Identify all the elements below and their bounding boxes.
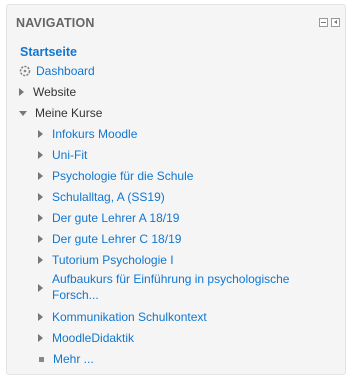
nav-item-website[interactable]: Website	[7, 82, 345, 102]
chevron-right-icon[interactable]	[19, 88, 24, 96]
course-link[interactable]: Psychologie für die Schule	[52, 169, 193, 183]
course-item[interactable]: Kommunikation Schulkontext	[7, 307, 345, 327]
nav-item-more[interactable]: Mehr ...	[7, 349, 345, 369]
bullet-icon	[39, 356, 44, 362]
course-link[interactable]: Der gute Lehrer A 18/19	[52, 211, 179, 225]
chevron-right-icon[interactable]	[38, 334, 43, 342]
nav-item-dashboard[interactable]: Dashboard	[7, 61, 345, 81]
chevron-right-icon[interactable]	[38, 151, 43, 159]
course-item[interactable]: Der gute Lehrer A 18/19	[7, 208, 345, 228]
nav-item-label[interactable]: Meine Kurse	[35, 106, 102, 120]
nav-home-link[interactable]: Startseite	[20, 42, 345, 62]
nav-item-label[interactable]: Website	[33, 85, 76, 99]
course-link[interactable]: Aufbaukurs für Einführung in psychologis…	[52, 271, 302, 303]
course-link[interactable]: Der gute Lehrer C 18/19	[52, 232, 181, 246]
dock-icon[interactable]	[331, 18, 340, 27]
course-item[interactable]: Infokurs Moodle	[7, 124, 345, 144]
course-item[interactable]: Aufbaukurs für Einführung in psychologis…	[7, 271, 345, 307]
block-title: NAVIGATION	[16, 16, 95, 30]
chevron-right-icon[interactable]	[38, 130, 43, 138]
course-link[interactable]: MoodleDidaktik	[52, 331, 134, 345]
chevron-right-icon[interactable]	[38, 235, 43, 243]
minimize-icon[interactable]	[319, 18, 328, 27]
block-header: NAVIGATION	[7, 5, 345, 35]
course-item[interactable]: Der gute Lehrer C 18/19	[7, 229, 345, 249]
chevron-right-icon[interactable]	[38, 256, 43, 264]
course-item[interactable]: Psychologie für die Schule	[7, 166, 345, 186]
course-link[interactable]: Tutorium Psychologie I	[52, 253, 174, 267]
nav-item-label[interactable]: Dashboard	[36, 64, 95, 78]
chevron-right-icon[interactable]	[38, 284, 43, 292]
course-item[interactable]: MoodleDidaktik	[7, 328, 345, 348]
chevron-right-icon[interactable]	[38, 313, 43, 321]
navigation-block: NAVIGATION Startseite Dashboard Website …	[6, 4, 346, 375]
course-item[interactable]: Schulalltag, A (SS19)	[7, 187, 345, 207]
more-link[interactable]: Mehr ...	[53, 352, 94, 366]
dashboard-icon	[19, 65, 31, 77]
chevron-down-icon[interactable]	[19, 110, 27, 116]
block-controls	[319, 18, 340, 27]
course-link[interactable]: Kommunikation Schulkontext	[52, 310, 207, 324]
chevron-right-icon[interactable]	[38, 214, 43, 222]
chevron-right-icon[interactable]	[38, 193, 43, 201]
course-item[interactable]: Uni-Fit	[7, 145, 345, 165]
course-link[interactable]: Schulalltag, A (SS19)	[52, 190, 165, 204]
nav-item-my-courses[interactable]: Meine Kurse	[7, 103, 345, 123]
chevron-right-icon[interactable]	[38, 172, 43, 180]
course-item[interactable]: Tutorium Psychologie I	[7, 250, 345, 270]
course-link[interactable]: Uni-Fit	[52, 148, 87, 162]
course-link[interactable]: Infokurs Moodle	[52, 127, 137, 141]
